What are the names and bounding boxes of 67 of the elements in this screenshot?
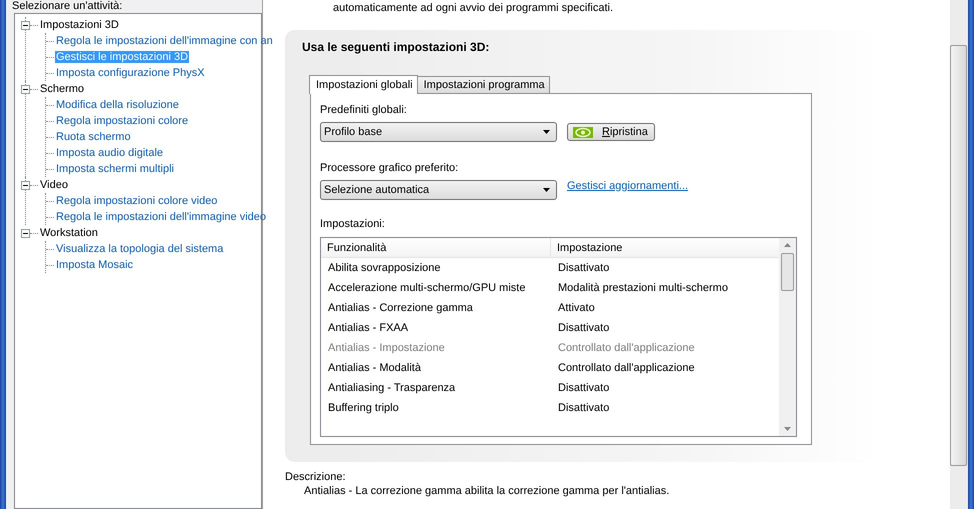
value-cell-text: Modalità prestazioni multi-schermo: [557, 282, 728, 294]
list-scrollbar[interactable]: [779, 238, 796, 436]
tree-item[interactable]: Imposta Mosaic: [55, 259, 134, 271]
field-label: Processore grafico preferito:: [320, 162, 460, 174]
feature-cell-text: Antialias - Modalità: [327, 362, 422, 374]
tree-item[interactable]: Visualizza la topologia del sistema: [55, 243, 224, 255]
value-cell-text: Attivato: [557, 302, 595, 314]
tab[interactable]: Impostazioni globali: [309, 75, 418, 94]
tree-category[interactable]: Video: [39, 179, 69, 191]
feature-cell-text: Antialias - FXAA: [327, 322, 410, 334]
feature-cell-text: Antialias - Impostazione: [327, 342, 446, 354]
field-label: Predefiniti globali:: [320, 104, 408, 116]
feature-cell-text: Abilita sovrapposizione: [327, 262, 442, 274]
collapse-icon[interactable]: [21, 84, 30, 94]
collapse-icon[interactable]: [21, 180, 30, 190]
tree-item[interactable]: Regola le impostazioni dell'immagine con an: [55, 35, 274, 47]
preset-dropdown[interactable]: Profilo base: [320, 122, 557, 142]
scroll-thumb[interactable]: [781, 253, 794, 291]
feature-cell-text: Antialias - Correzione gamma: [327, 302, 474, 314]
value-cell-text: Controllato dall'applicazione: [557, 362, 695, 374]
tree-item[interactable]: Ruota schermo: [55, 131, 132, 143]
gpu-dropdown[interactable]: Selezione automatica: [320, 180, 557, 200]
restore-button[interactable]: Ripristina: [567, 123, 655, 141]
tree-item[interactable]: Imposta audio digitale: [55, 147, 164, 159]
collapse-icon[interactable]: [21, 20, 30, 30]
feature-cell-text: Antialiasing - Trasparenza: [327, 382, 456, 394]
settings-row[interactable]: Abilita sovrapposizione Disattivato: [321, 258, 779, 278]
page-scrollbar[interactable]: [950, 0, 968, 509]
manage-updates-link[interactable]: Gestisci aggiornamenti...: [567, 180, 688, 192]
scroll-up-icon[interactable]: [784, 243, 791, 247]
scroll-down-icon[interactable]: [784, 427, 791, 431]
feature-cell-text: Buffering triplo: [327, 402, 400, 414]
caret-icon: [543, 188, 550, 192]
settings-row[interactable]: Antialiasing - Trasparenza Disattivato: [321, 378, 779, 398]
collapse-icon[interactable]: [21, 228, 30, 238]
tab[interactable]: Impostazioni programma: [416, 76, 550, 93]
scroll-thumb[interactable]: [950, 45, 967, 466]
settings-row[interactable]: Antialias - Correzione gamma Attivato: [321, 298, 779, 318]
field-label: Impostazioni:: [320, 218, 386, 230]
tree-item[interactable]: Regola le impostazioni dell'immagine video: [55, 211, 267, 223]
tree-title: Selezionare un'attività:: [11, 0, 124, 13]
tree-item[interactable]: Regola impostazioni colore video: [55, 195, 218, 207]
tree-item[interactable]: Modifica della risoluzione: [55, 99, 180, 111]
column-header[interactable]: Funzionalità: [321, 238, 551, 257]
tree-item[interactable]: Imposta schermi multipli: [55, 163, 175, 175]
panel-heading: Usa le seguenti impostazioni 3D:: [302, 40, 490, 54]
eye-logo-icon: [573, 126, 593, 138]
value-cell-text: Disattivato: [557, 382, 610, 394]
settings-row[interactable]: Antialias - FXAA Disattivato: [321, 318, 779, 338]
tree-item[interactable]: Imposta configurazione PhysX: [55, 67, 206, 79]
settings-row[interactable]: Antialias - Modalità Controllato dall'applicazione: [321, 358, 779, 378]
tree-category[interactable]: Workstation: [39, 227, 99, 239]
value-cell-text: Disattivato: [557, 402, 610, 414]
value-cell-text: Controllato dall'applicazione: [557, 342, 695, 354]
feature-cell-text: Accelerazione multi-schermo/GPU miste: [327, 282, 526, 294]
column-header[interactable]: Impostazione: [551, 238, 622, 257]
description-label: Descrizione:: [285, 471, 347, 483]
value-cell-text: Disattivato: [557, 262, 610, 274]
tree-category[interactable]: Impostazioni 3D: [39, 19, 120, 31]
caret-icon: [543, 130, 550, 134]
settings-row[interactable]: Accelerazione multi-schermo/GPU miste Modalità prestazioni multi-schermo: [321, 278, 779, 298]
tree-item[interactable]: Regola impostazioni colore: [55, 115, 190, 127]
description-text: Antialias - La correzione gamma abilita la correzione gamma per l'antialias.: [304, 485, 670, 497]
value-cell-text: Disattivato: [557, 322, 610, 334]
settings-row[interactable]: Buffering triplo Disattivato: [321, 398, 779, 418]
intro-text: automaticamente ad ogni avvio dei programmi specificati.: [333, 2, 614, 16]
tree-category[interactable]: Schermo: [39, 83, 86, 95]
